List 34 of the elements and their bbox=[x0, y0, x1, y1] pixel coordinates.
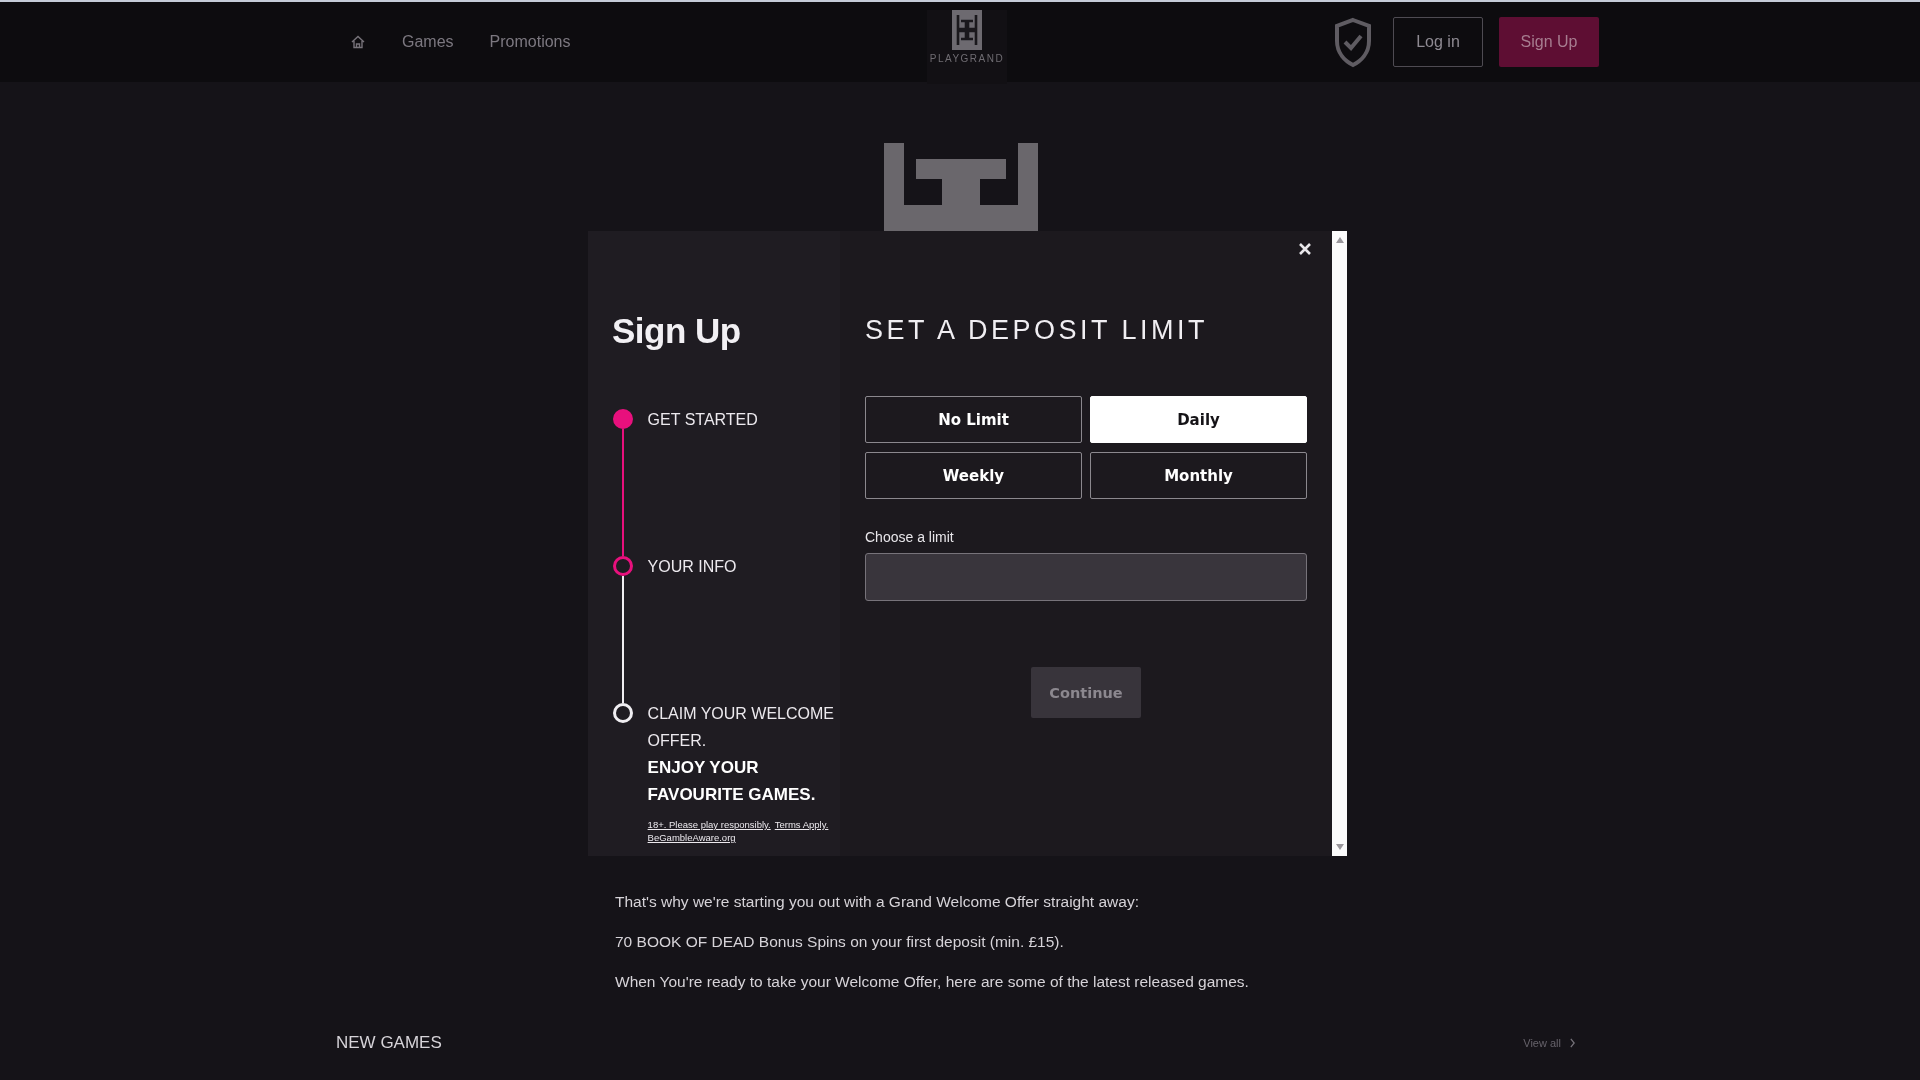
section-heading: SET A DEPOSIT LIMIT bbox=[865, 315, 1210, 346]
chevron-right-icon bbox=[1569, 1038, 1576, 1048]
limit-option-button[interactable]: No Limit bbox=[865, 396, 1082, 443]
section-title: NEW GAMES bbox=[336, 1033, 442, 1053]
step-label: YOUR INFO bbox=[647, 557, 738, 577]
logo-text: PLAYGRAND bbox=[929, 53, 1005, 64]
logo-icon bbox=[884, 143, 1038, 231]
logo-badge[interactable]: PLAYGRAND bbox=[927, 10, 1007, 84]
dialog-title: Sign Up bbox=[612, 311, 742, 351]
nav-link[interactable]: Promotions bbox=[489, 33, 571, 51]
limit-option-button[interactable]: Weekly bbox=[865, 452, 1082, 499]
logo-icon bbox=[952, 10, 982, 50]
scroll-up-icon[interactable] bbox=[1334, 236, 1345, 244]
limit-option-button[interactable]: Monthly bbox=[1090, 452, 1307, 499]
shield-check-icon bbox=[1333, 16, 1373, 68]
legal-link[interactable]: Terms Apply. bbox=[774, 818, 829, 831]
step-label: CLAIM YOUR WELCOME OFFER. bbox=[647, 704, 835, 751]
scrollbar[interactable] bbox=[1332, 231, 1347, 856]
step-label: GET STARTED bbox=[647, 410, 759, 430]
limit-input-field[interactable] bbox=[865, 553, 1307, 601]
legal-link[interactable]: BeGambleAware.org bbox=[647, 831, 736, 844]
login-button[interactable]: Log in bbox=[1393, 17, 1483, 67]
nav-link[interactable]: Games bbox=[402, 33, 454, 51]
paragraph: When You're ready to take your Welcome Offer, here are some of the latest released games. bbox=[615, 973, 1250, 991]
tagline: ENJOY YOUR FAVOURITE GAMES. bbox=[647, 757, 817, 806]
limit-option-button[interactable]: Daily bbox=[1090, 396, 1307, 443]
signup-button[interactable]: Sign Up bbox=[1499, 17, 1599, 67]
paragraph: That's why we're starting you out with a Grand Welcome Offer straight away: bbox=[615, 893, 1140, 911]
close-icon[interactable] bbox=[1298, 242, 1312, 256]
field-label: Choose a limit bbox=[865, 529, 955, 545]
scroll-down-icon[interactable] bbox=[1334, 843, 1345, 851]
paragraph: 70 BOOK OF DEAD Bonus Spins on your first deposit (min. £15). bbox=[615, 933, 1065, 951]
legal-link[interactable]: 18+. Please play responsibly. bbox=[647, 818, 771, 831]
home-icon[interactable] bbox=[350, 34, 366, 50]
